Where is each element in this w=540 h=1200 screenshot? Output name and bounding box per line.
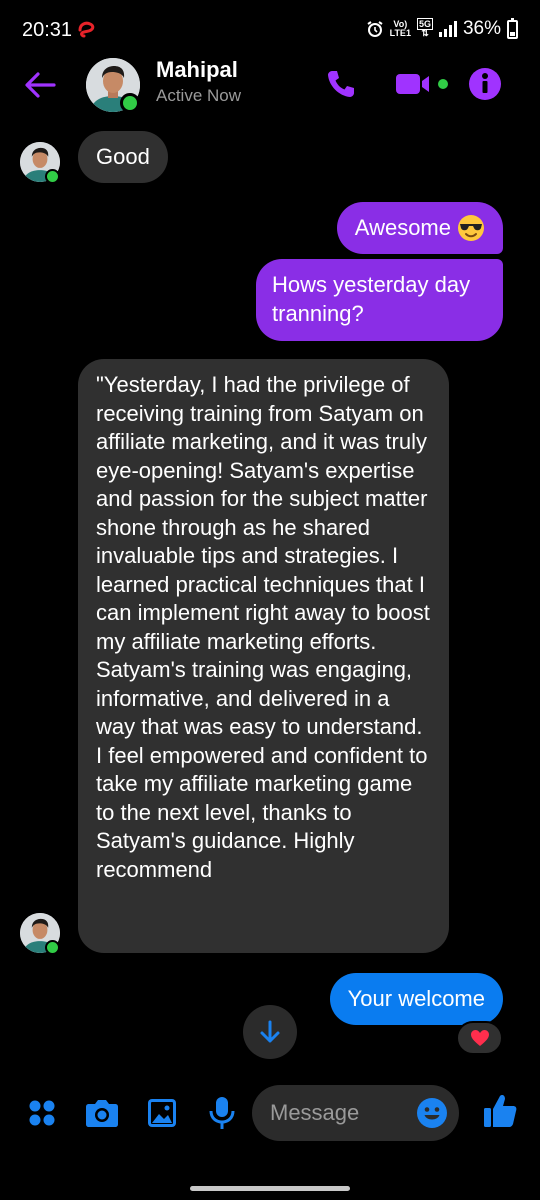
carrier-logo-icon — [78, 21, 95, 38]
contact-active-status: Active Now — [156, 86, 242, 105]
signal-icon — [438, 21, 457, 37]
message-bubble-incoming[interactable]: Good — [78, 131, 168, 183]
phone-icon[interactable] — [325, 68, 357, 100]
contact-name[interactable]: Mahipal — [156, 57, 238, 83]
battery-percent: 36% — [462, 18, 501, 39]
heart-reaction[interactable] — [456, 1021, 503, 1055]
alarm-icon — [367, 21, 383, 37]
heart-icon — [470, 1030, 489, 1046]
battery-icon — [507, 17, 518, 39]
status-time: 20:31 — [22, 19, 73, 41]
network-gen-badge: 5G ⇅ — [416, 18, 433, 38]
message-text: Awesome — [354, 214, 451, 240]
message-bubble-outgoing[interactable]: Your welcome — [329, 973, 503, 1025]
status-icons: Vo) LTE1 5G ⇅ 36% — [366, 17, 518, 40]
message-bubble-incoming[interactable]: "Yesterday, I had the privilege of recei… — [78, 359, 449, 953]
online-status-dot — [45, 940, 60, 955]
home-indicator[interactable] — [190, 1186, 350, 1191]
lte-label: LTE1 — [389, 28, 411, 38]
message-bubble-outgoing[interactable]: Awesome — [336, 202, 503, 254]
online-status-dot — [45, 169, 60, 184]
emoji-icon[interactable] — [416, 1097, 448, 1129]
chat-header: Mahipal Active Now — [0, 55, 540, 117]
camera-icon[interactable] — [85, 1098, 119, 1128]
arrow-down-icon — [260, 1020, 280, 1043]
apps-icon[interactable] — [28, 1099, 56, 1127]
back-arrow-icon[interactable] — [22, 67, 58, 103]
network-gen-label: 5G — [416, 18, 433, 30]
message-input-placeholder: Message — [270, 1100, 360, 1125]
sunglasses-emoji-icon — [458, 215, 484, 241]
message-bubble-outgoing[interactable]: Hows yesterday day tranning? — [256, 259, 503, 341]
status-bar: 20:31 Vo) LTE1 5G ⇅ 36% — [0, 0, 540, 60]
volte-badge: Vo) LTE1 — [390, 20, 411, 38]
message-input[interactable]: Message — [252, 1085, 459, 1141]
microphone-icon[interactable] — [209, 1096, 235, 1130]
gallery-icon[interactable] — [147, 1098, 177, 1128]
online-status-dot — [120, 93, 140, 113]
thumbs-up-icon[interactable] — [482, 1093, 518, 1129]
video-camera-icon[interactable] — [396, 72, 448, 96]
scroll-to-bottom-button[interactable] — [243, 1005, 297, 1059]
info-icon[interactable] — [468, 67, 502, 101]
